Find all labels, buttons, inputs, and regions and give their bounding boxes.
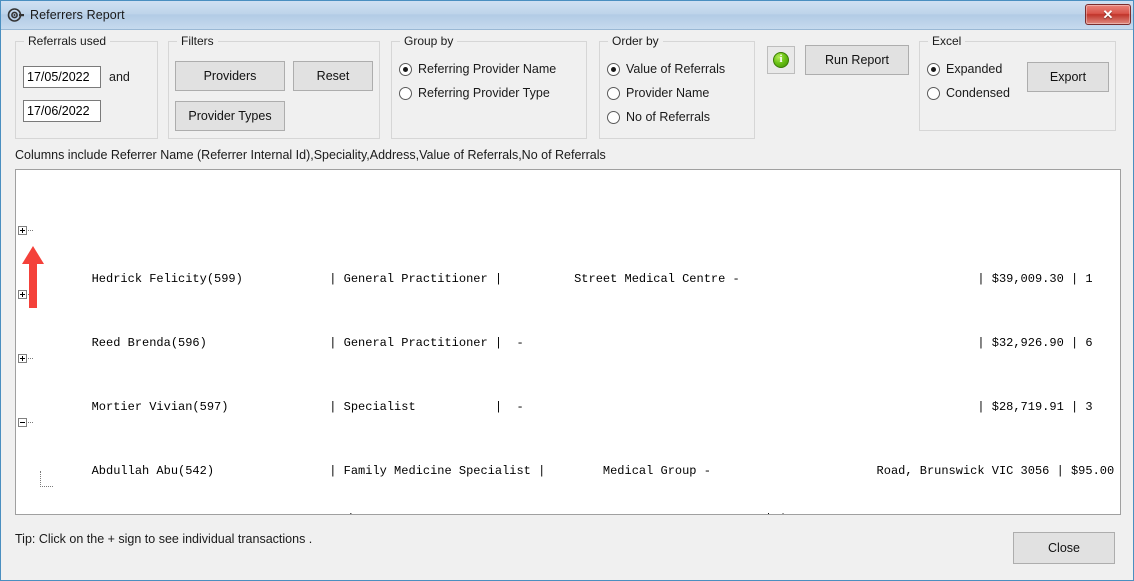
radio-group-by-referring-provider-type[interactable]: Referring Provider Type [399,86,550,100]
radio-order-by-provider-name[interactable]: Provider Name [607,86,709,100]
filters-legend: Filters [177,34,218,48]
referrals-used-group: Referrals used [15,34,158,139]
reset-button[interactable]: Reset [293,61,373,91]
row-text: LANCASTER KARL | VIC 2022 | $95.00 [110,512,823,514]
collapse-minus-icon[interactable] [18,418,27,427]
radio-dot [399,86,412,100]
row-text: Abdullah Abu(542) | Family Medicine Spec… [91,464,1121,478]
radio-dot [607,110,620,124]
info-icon: i [773,52,789,68]
radio-label: Condensed [946,86,1010,100]
tree-connector [28,358,33,360]
report-target-icon [7,6,25,24]
columns-include-note: Columns include Referrer Name (Referrer … [15,148,606,162]
row-text: Mortier Vivian(597) | Specialist | - | $… [91,400,1093,414]
table-row[interactable]: Mortier Vivian(597) | Specialist | - | $… [18,351,1120,414]
radio-dot [927,86,940,100]
expand-plus-icon[interactable] [18,226,27,235]
run-report-button[interactable]: Run Report [805,45,909,75]
providers-button[interactable]: Providers [175,61,285,91]
excel-legend: Excel [928,34,966,48]
radio-order-by-value-of-referrals[interactable]: Value of Referrals [607,62,725,76]
date-to-input[interactable]: 17/06/2022 [23,100,101,122]
report-text-block: Hedrick Felicity(599) | General Practiti… [18,175,1120,514]
report-results-pane[interactable]: Hedrick Felicity(599) | General Practiti… [15,169,1121,515]
radio-excel-expanded[interactable]: Expanded [927,62,1002,76]
order-by-legend: Order by [608,34,663,48]
radio-label: Expanded [946,62,1003,76]
radio-dot [399,62,412,76]
radio-label: No of Referrals [626,110,711,124]
close-icon: ✕ [1102,7,1114,22]
close-button[interactable]: Close [1013,532,1115,564]
radio-label: Provider Name [626,86,710,100]
group-by-legend: Group by [400,34,458,48]
radio-dot [607,62,620,76]
window-close-button[interactable]: ✕ [1085,4,1131,25]
radio-dot [607,86,620,100]
referrals-used-legend: Referrals used [24,34,111,48]
expand-plus-icon[interactable] [18,354,27,363]
tree-connector [28,230,33,232]
row-text: Hedrick Felicity(599) | General Practiti… [91,272,1093,286]
table-row[interactable]: Abdullah Abu(542) | Family Medicine Spec… [18,415,1120,478]
red-up-arrow-annotation [22,246,44,312]
table-row[interactable]: Hedrick Felicity(599) | General Practiti… [18,223,1120,286]
table-row[interactable]: Reed Brenda(596) | General Practitioner … [18,287,1120,350]
radio-label: Value of Referrals [626,62,726,76]
radio-group-by-referring-provider-name[interactable]: Referring Provider Name [399,62,556,76]
tree-child-connector [40,471,53,487]
info-button[interactable]: i [767,46,795,74]
radio-excel-condensed[interactable]: Condensed [927,86,1010,100]
provider-types-button[interactable]: Provider Types [175,101,285,131]
radio-label: Referring Provider Type [418,86,550,100]
list-item[interactable]: LANCASTER KARL | VIC 2022 | $95.00 [34,471,1120,514]
radio-label: Referring Provider Name [418,62,557,76]
row-text: Reed Brenda(596) | General Practitioner … [91,336,1093,350]
tip-text: Tip: Click on the + sign to see individu… [15,532,313,546]
date-range-conjunction: and [109,70,130,84]
radio-dot [927,62,940,76]
tree-connector [28,422,33,424]
export-button[interactable]: Export [1027,62,1109,92]
referrers-report-window: Referrers Report ✕ Referrals used 17/05/… [0,0,1134,581]
window-title: Referrers Report [30,8,125,22]
date-from-input[interactable]: 17/05/2022 [23,66,101,88]
radio-order-by-no-of-referrals[interactable]: No of Referrals [607,110,710,124]
window-titlebar: Referrers Report ✕ [1,1,1133,30]
